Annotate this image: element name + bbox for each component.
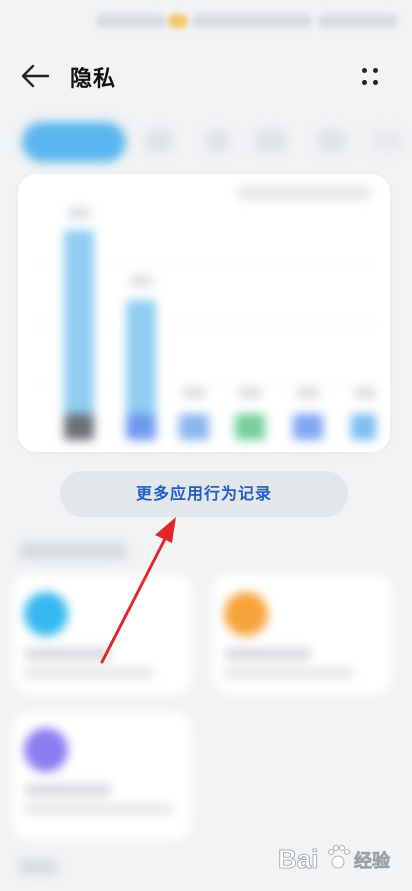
card-subtitle	[224, 668, 354, 678]
time-range-tabs	[0, 118, 412, 166]
back-arrow-icon	[21, 64, 50, 88]
permission-icon	[224, 592, 268, 636]
chart-bar	[64, 230, 94, 414]
permission-card[interactable]	[12, 574, 192, 694]
permission-card[interactable]	[212, 574, 392, 694]
status-bar-item	[96, 14, 166, 28]
tab[interactable]	[256, 130, 286, 152]
tab[interactable]	[206, 130, 228, 152]
tab[interactable]	[146, 130, 172, 152]
tab-active[interactable]	[22, 122, 126, 162]
chart-caption	[236, 186, 372, 200]
section-header	[18, 543, 128, 559]
permission-icon	[24, 728, 68, 772]
card-subtitle	[24, 804, 174, 814]
chart-bar	[126, 300, 156, 414]
chart-value-label	[182, 388, 206, 398]
back-button[interactable]	[18, 60, 52, 92]
app-usage-chart	[36, 204, 381, 444]
watermark-text: Bai	[278, 844, 318, 874]
chart-bar-base	[64, 414, 94, 440]
chart-bar-base	[179, 414, 209, 440]
chart-value-label	[296, 388, 320, 398]
status-bar	[0, 0, 412, 44]
section-header	[18, 860, 58, 874]
watermark-suffix: 经验	[354, 850, 391, 872]
chart-value-label	[129, 276, 153, 286]
chart-value-label	[354, 388, 378, 398]
chart-bar-base	[126, 414, 156, 440]
chart-bar-base	[235, 414, 265, 440]
chart-value-label	[238, 388, 262, 398]
baidu-watermark: Bai 经验	[276, 834, 406, 884]
chart-bar-base	[351, 414, 381, 440]
tab[interactable]	[372, 130, 402, 152]
permission-icon	[24, 592, 68, 636]
more-app-records-button[interactable]: 更多应用行为记录	[60, 471, 348, 517]
card-title	[24, 784, 112, 796]
chart-bar-base	[293, 414, 323, 440]
status-bar-item	[192, 14, 312, 28]
permission-card[interactable]	[12, 712, 192, 840]
more-options-button[interactable]	[356, 60, 386, 92]
app-usage-chart-card	[18, 174, 390, 452]
page-title: 隐私	[70, 67, 117, 92]
status-bar-item	[318, 14, 398, 28]
paw-icon	[328, 845, 350, 869]
card-title	[24, 648, 112, 660]
card-title	[224, 648, 312, 660]
app-header: 隐私	[0, 48, 412, 104]
status-bar-item	[168, 14, 188, 28]
card-subtitle	[24, 668, 154, 678]
chart-value-label	[67, 208, 91, 218]
tab[interactable]	[318, 130, 346, 152]
